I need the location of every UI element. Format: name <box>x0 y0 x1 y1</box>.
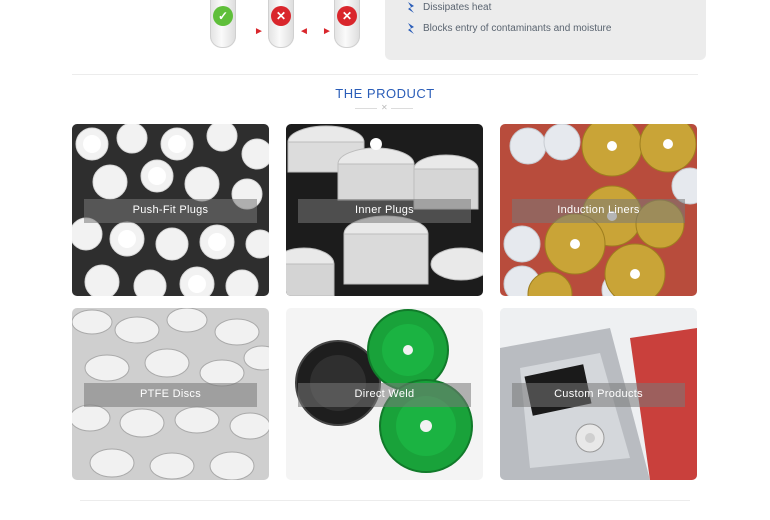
product-label: Direct Weld <box>354 388 415 400</box>
arrow-right-icon: ► <box>322 26 332 37</box>
cross-icon: ✕ <box>337 6 357 26</box>
bottle-bad-2: ✕ <box>334 0 360 48</box>
check-icon: ✓ <box>213 6 233 26</box>
title-ornament: ✕ <box>355 103 415 112</box>
product-label: Push-Fit Plugs <box>132 204 209 216</box>
product-label: Induction Liners <box>557 204 640 216</box>
bottle-illustration: ✓ ► ✕ ◄ ► ✕ <box>200 0 370 50</box>
feature-panel: Dissipates heat Blocks entry of contamin… <box>385 0 706 60</box>
blue-mark-icon <box>408 23 414 34</box>
cross-icon: ✕ <box>271 6 291 26</box>
feature-item: Dissipates heat <box>407 2 491 13</box>
product-card-inner-plugs[interactable]: Inner Plugs <box>286 124 483 296</box>
divider <box>72 74 698 75</box>
product-card-push-fit-plugs[interactable]: Push-Fit Plugs <box>72 124 269 296</box>
feature-text: Blocks entry of contaminants and moistur… <box>423 23 612 34</box>
bottle-ok: ✓ <box>210 0 236 48</box>
feature-item: Blocks entry of contaminants and moistur… <box>407 23 611 34</box>
x-icon: ✕ <box>381 103 388 112</box>
product-card-induction-liners[interactable]: Induction Liners <box>500 124 697 296</box>
arrow-left-icon: ◄ <box>299 26 309 37</box>
product-label: Custom Products <box>554 388 643 400</box>
product-card-custom-products[interactable]: Custom Products <box>500 308 697 480</box>
product-card-direct-weld[interactable]: Direct Weld <box>286 308 483 480</box>
product-card-ptfe-discs[interactable]: PTFE Discs <box>72 308 269 480</box>
section-title: THE PRODUCT <box>335 86 435 101</box>
divider <box>80 500 690 501</box>
product-label: PTFE Discs <box>139 388 202 400</box>
feature-text: Dissipates heat <box>423 2 492 13</box>
arrow-right-icon: ► <box>254 26 264 37</box>
bottle-bad-1: ✕ <box>268 0 294 48</box>
product-label: Inner Plugs <box>355 204 414 216</box>
blue-mark-icon <box>408 2 414 13</box>
